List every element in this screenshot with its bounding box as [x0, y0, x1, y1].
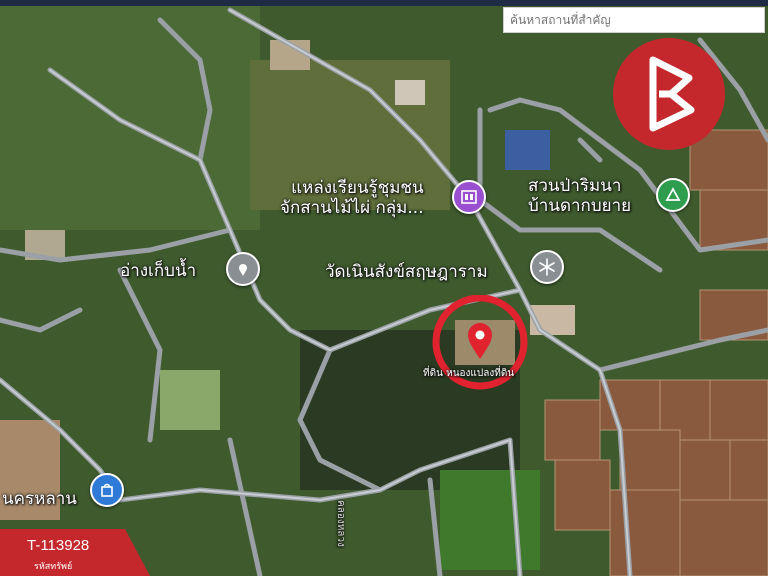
top-border [0, 0, 768, 6]
listing-caption: รหัสทรัพย์ [34, 562, 73, 572]
shopping-bag-icon [101, 483, 113, 497]
label-road: คลองหลวง [335, 500, 346, 547]
park-triangle-icon [665, 187, 681, 201]
town-poi[interactable] [90, 473, 124, 507]
search-input[interactable] [503, 7, 765, 33]
listing-code-badge: T-113928 รหัสทรัพย์ [0, 529, 150, 576]
brand-b-logo-icon [649, 56, 695, 132]
temple-poi[interactable] [530, 250, 564, 284]
label-community-center: แหล่งเรียนรู้ชุมชน จักสานไม้ไผ่ กลุ่ม... [280, 178, 424, 218]
museum-icon [461, 190, 477, 204]
garden-poi[interactable] [656, 178, 690, 212]
snowflake-temple-icon [539, 258, 555, 276]
label-town: นครหลาน [2, 489, 77, 509]
label-garden: สวนป่าริมนา บ้านดากบยาย [528, 176, 632, 216]
community-poi[interactable] [452, 180, 486, 214]
water-works-poi[interactable] [226, 252, 260, 286]
listing-code: T-113928 [27, 537, 90, 554]
label-temple: วัดเนินสังข์สฤษฎาราม [325, 262, 488, 282]
label-water-works: อ่างเก็บน้ำ [120, 261, 197, 281]
label-land-plot: ที่ดิน หนองแปลงที่ดิน [423, 368, 515, 379]
location-pin-icon [468, 323, 492, 359]
brand-logo [613, 38, 725, 150]
map-pin-icon [239, 264, 247, 276]
